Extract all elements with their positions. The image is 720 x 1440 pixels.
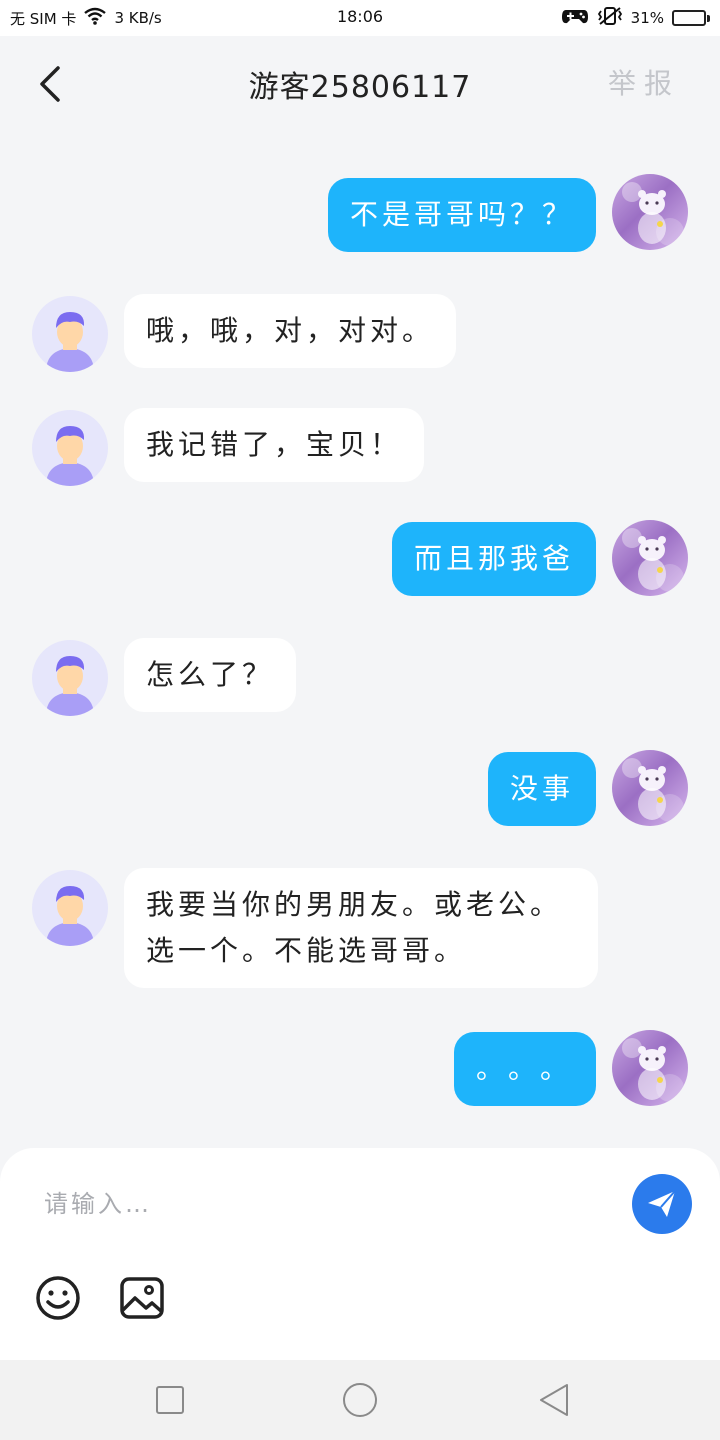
paper-plane-icon <box>648 1190 676 1217</box>
back-triangle-icon <box>540 1384 568 1416</box>
message-input[interactable] <box>28 1174 608 1234</box>
send-button[interactable] <box>632 1174 692 1234</box>
user-avatar[interactable] <box>612 750 688 826</box>
back-nav-button[interactable] <box>534 1380 574 1420</box>
message-bubble[interactable]: 怎么了？ <box>124 638 297 712</box>
message-list[interactable]: 不是哥哥吗？？ 哦，哦，对，对对。 我记错了，宝贝！ 而且那我爸 怎么了？ 没事 <box>0 130 720 1150</box>
battery-percent: 31% <box>630 9 664 27</box>
recent-apps-icon <box>156 1386 184 1414</box>
image-button[interactable] <box>118 1274 166 1322</box>
message-bubble[interactable]: 。。。 <box>454 1032 596 1106</box>
smiley-icon <box>36 1276 80 1320</box>
gamepad-icon <box>561 7 589 29</box>
message-bubble[interactable]: 哦，哦，对，对对。 <box>124 294 457 368</box>
recent-apps-button[interactable] <box>150 1380 190 1420</box>
report-button[interactable]: 举报 <box>608 62 680 102</box>
message-bubble[interactable]: 而且那我爸 <box>391 522 596 596</box>
message-bubble[interactable]: 不是哥哥吗？？ <box>327 178 596 252</box>
image-icon <box>120 1277 164 1319</box>
guest-avatar[interactable] <box>32 296 108 372</box>
message-bubble[interactable]: 我要当你的男朋友。或老公。选一个。不能选哥哥。 <box>124 868 598 988</box>
battery-icon <box>672 10 710 26</box>
chat-header: 游客25806117 举报 <box>0 36 720 130</box>
status-bar: 无 SIM 卡 3 KB/s 18:06 31% <box>0 0 720 36</box>
user-avatar[interactable] <box>612 520 688 596</box>
vibrate-icon <box>597 6 623 30</box>
message-bubble[interactable]: 没事 <box>487 752 596 826</box>
emoji-button[interactable] <box>34 1274 82 1322</box>
wifi-icon <box>84 7 107 29</box>
message-composer <box>0 1148 720 1360</box>
guest-avatar[interactable] <box>32 640 108 716</box>
user-avatar[interactable] <box>612 1030 688 1106</box>
home-button[interactable] <box>340 1380 380 1420</box>
guest-avatar[interactable] <box>32 410 108 486</box>
guest-avatar[interactable] <box>32 870 108 946</box>
user-avatar[interactable] <box>612 174 688 250</box>
carrier-text: 无 SIM 卡 <box>10 9 77 28</box>
message-bubble[interactable]: 我记错了，宝贝！ <box>124 408 425 482</box>
system-nav-bar <box>0 1360 720 1440</box>
home-icon <box>343 1383 377 1417</box>
network-speed: 3 KB/s <box>114 9 162 27</box>
